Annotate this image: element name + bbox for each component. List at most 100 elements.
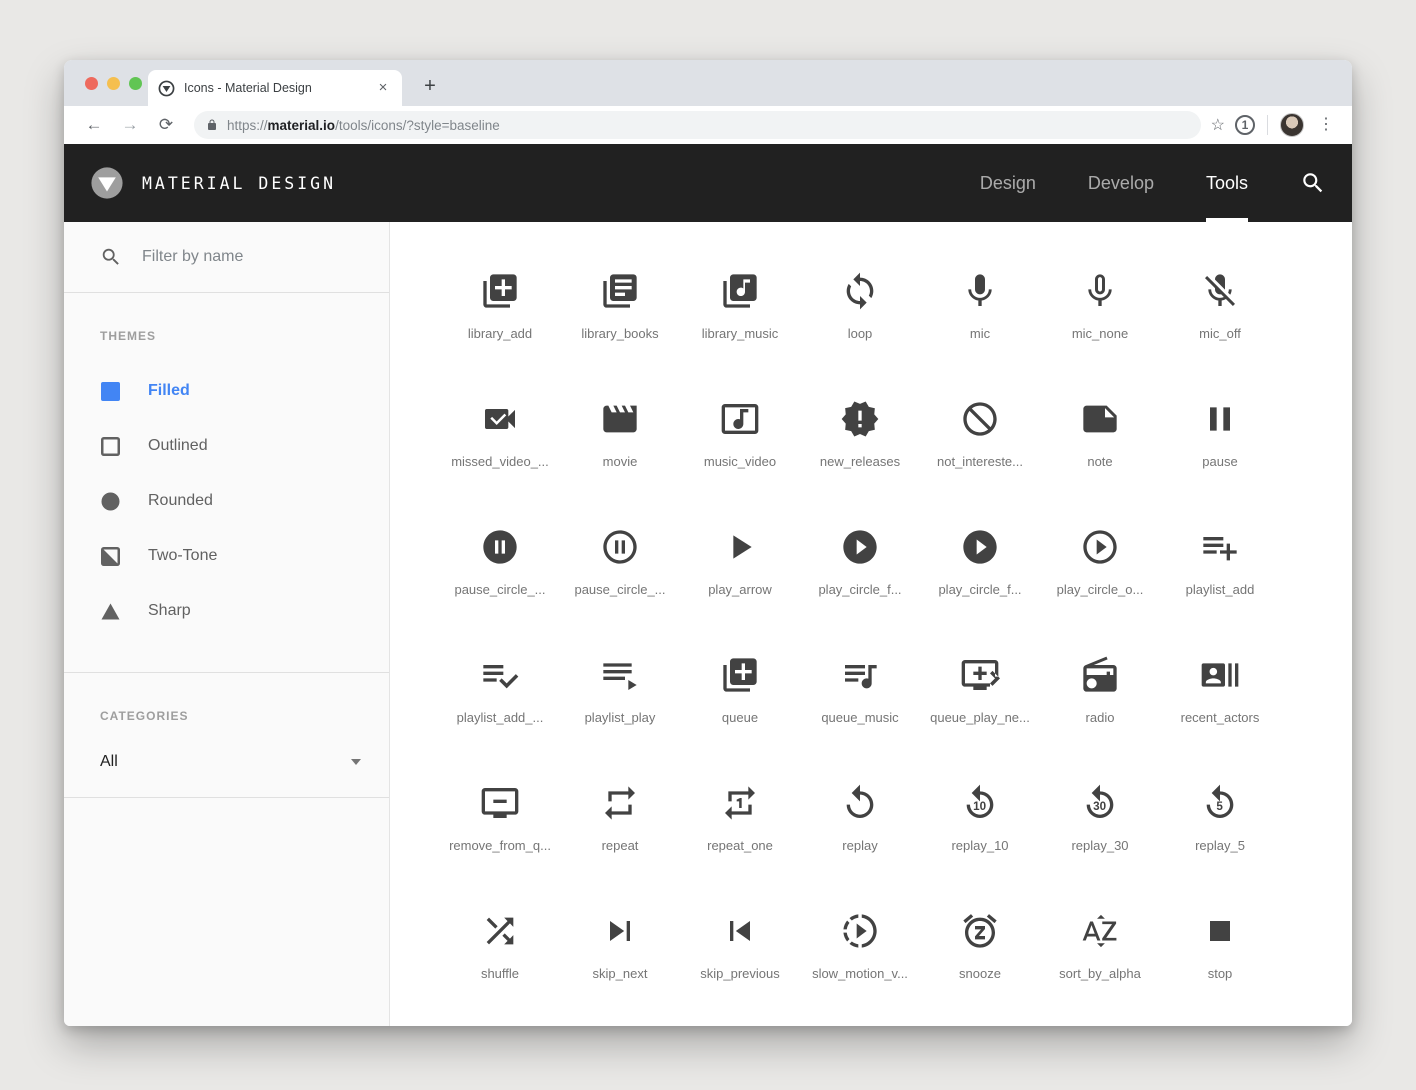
queue_music-icon <box>840 655 880 695</box>
brand[interactable]: MATERIAL DESIGN <box>90 166 336 200</box>
theme-list: Filled Outlined Rounded <box>100 371 389 631</box>
header-search-icon[interactable] <box>1300 170 1326 196</box>
icon-cell-repeat_one[interactable]: repeat_one <box>680 754 800 882</box>
icon-label: playlist_play <box>585 710 656 725</box>
filter-input[interactable] <box>142 248 342 266</box>
icon-cell-radio[interactable]: radio <box>1040 626 1160 754</box>
icon-cell-skip_previous[interactable]: skip_previous <box>680 882 800 1010</box>
theme-rounded[interactable]: Rounded <box>100 481 389 521</box>
icon-cell-mic_off[interactable]: mic_off <box>1160 242 1280 370</box>
icon-cell-queue_music[interactable]: queue_music <box>800 626 920 754</box>
minimize-window-button[interactable] <box>107 77 120 90</box>
icon-cell-play_circle_filled_white[interactable]: play_circle_f... <box>920 498 1040 626</box>
icon-label: new_releases <box>820 454 900 469</box>
icon-cell-playlist_play[interactable]: playlist_play <box>560 626 680 754</box>
close-tab-icon[interactable]: × <box>374 79 392 97</box>
icon-cell-queue[interactable]: queue <box>680 626 800 754</box>
icon-cell-skip_next[interactable]: skip_next <box>560 882 680 1010</box>
icon-label: not_intereste... <box>937 454 1023 469</box>
window-controls <box>85 77 142 90</box>
icon-cell-queue_play_next[interactable]: queue_play_ne... <box>920 626 1040 754</box>
reload-icon[interactable]: ⟳ <box>153 112 179 138</box>
queue-icon <box>720 655 760 695</box>
icon-cell-loop[interactable]: loop <box>800 242 920 370</box>
categories-section: CATEGORIES All <box>64 673 389 797</box>
library_add-icon <box>480 271 520 311</box>
icon-label: replay_30 <box>1071 838 1128 853</box>
browser-menu-icon[interactable]: ⋮ <box>1318 117 1334 133</box>
icon-cell-play_circle_filled[interactable]: play_circle_f... <box>800 498 920 626</box>
icon-cell-pause[interactable]: pause <box>1160 370 1280 498</box>
icon-cell-pause_circle_filled[interactable]: pause_circle_... <box>440 498 560 626</box>
icon-cell-pause_circle_outline[interactable]: pause_circle_... <box>560 498 680 626</box>
nav-develop[interactable]: Develop <box>1062 144 1180 222</box>
outlined-square-icon <box>100 436 120 456</box>
icon-cell-recent_actors[interactable]: recent_actors <box>1160 626 1280 754</box>
icon-cell-movie[interactable]: movie <box>560 370 680 498</box>
icon-cell-snooze[interactable]: snooze <box>920 882 1040 1010</box>
play_arrow-icon <box>720 527 760 567</box>
icon-cell-replay_5[interactable]: 5replay_5 <box>1160 754 1280 882</box>
icon-cell-replay_10[interactable]: 10replay_10 <box>920 754 1040 882</box>
icon-cell-library_add[interactable]: library_add <box>440 242 560 370</box>
category-dropdown[interactable]: All <box>100 753 389 771</box>
icon-cell-mic[interactable]: mic <box>920 242 1040 370</box>
rounded-circle-icon <box>100 491 120 511</box>
filled-square-icon <box>100 381 120 401</box>
icon-cell-sort_by_alpha[interactable]: sort_by_alpha <box>1040 882 1160 1010</box>
new-tab-button[interactable]: + <box>416 73 444 101</box>
site-nav: Design Develop Tools <box>954 144 1326 222</box>
icon-cell-remove_from_queue[interactable]: remove_from_q... <box>440 754 560 882</box>
back-icon[interactable]: ← <box>81 112 107 138</box>
nav-design[interactable]: Design <box>954 144 1062 222</box>
icon-cell-repeat[interactable]: repeat <box>560 754 680 882</box>
icon-cell-slow_motion_video[interactable]: slow_motion_v... <box>800 882 920 1010</box>
icon-label: skip_previous <box>700 966 780 981</box>
icon-label: repeat_one <box>707 838 773 853</box>
profile-avatar[interactable] <box>1280 113 1304 137</box>
icon-cell-replay[interactable]: replay <box>800 754 920 882</box>
address-bar[interactable]: https://material.io/tools/icons/?style=b… <box>194 111 1201 139</box>
icon-cell-play_circle_outline[interactable]: play_circle_o... <box>1040 498 1160 626</box>
bookmark-star-icon[interactable]: ☆ <box>1211 115 1225 135</box>
theme-filled[interactable]: Filled <box>100 371 389 411</box>
theme-outlined[interactable]: Outlined <box>100 426 389 466</box>
icon-cell-shuffle[interactable]: shuffle <box>440 882 560 1010</box>
theme-sharp[interactable]: Sharp <box>100 591 389 631</box>
browser-tab[interactable]: Icons - Material Design × <box>148 70 402 106</box>
icon-label: replay <box>842 838 877 853</box>
zoom-window-button[interactable] <box>129 77 142 90</box>
filter-search-icon <box>100 246 122 268</box>
icon-cell-not_interested[interactable]: not_intereste... <box>920 370 1040 498</box>
browser-window: Icons - Material Design × + ← → ⟳ https:… <box>64 60 1352 1026</box>
icon-cell-library_books[interactable]: library_books <box>560 242 680 370</box>
library_music-icon <box>720 271 760 311</box>
music_video-icon <box>720 399 760 439</box>
icon-cell-stop[interactable]: stop <box>1160 882 1280 1010</box>
icon-label: play_arrow <box>708 582 772 597</box>
icon-label: slow_motion_v... <box>812 966 908 981</box>
remove_from_queue-icon <box>480 783 520 823</box>
icon-cell-playlist_add[interactable]: playlist_add <box>1160 498 1280 626</box>
theme-two-tone[interactable]: Two-Tone <box>100 536 389 576</box>
icon-cell-mic_none[interactable]: mic_none <box>1040 242 1160 370</box>
close-window-button[interactable] <box>85 77 98 90</box>
nav-tools[interactable]: Tools <box>1180 144 1274 222</box>
playlist_add-icon <box>1200 527 1240 567</box>
icon-label: music_video <box>704 454 776 469</box>
icon-label: queue <box>722 710 758 725</box>
icon-cell-replay_30[interactable]: 30replay_30 <box>1040 754 1160 882</box>
icon-cell-note[interactable]: note <box>1040 370 1160 498</box>
icon-cell-missed_video_call[interactable]: missed_video_... <box>440 370 560 498</box>
icon-cell-play_arrow[interactable]: play_arrow <box>680 498 800 626</box>
icon-cell-playlist_add_check[interactable]: playlist_add_... <box>440 626 560 754</box>
icon-label: shuffle <box>481 966 519 981</box>
forward-icon[interactable]: → <box>117 112 143 138</box>
icon-label: queue_music <box>821 710 898 725</box>
icon-cell-music_video[interactable]: music_video <box>680 370 800 498</box>
extension-icon[interactable]: 1 <box>1235 115 1255 135</box>
mic-icon <box>960 271 1000 311</box>
icon-cell-library_music[interactable]: library_music <box>680 242 800 370</box>
svg-text:10: 10 <box>973 800 986 813</box>
icon-cell-new_releases[interactable]: new_releases <box>800 370 920 498</box>
